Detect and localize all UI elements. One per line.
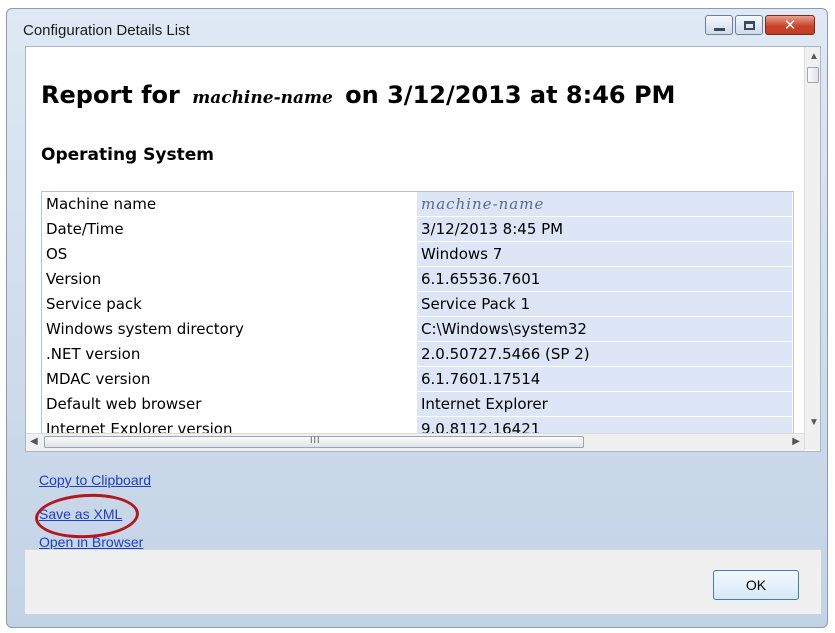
scroll-right-arrow-icon[interactable]: ▶ bbox=[792, 436, 800, 447]
row-key: Default web browser bbox=[46, 395, 202, 413]
row-key: Machine name bbox=[46, 195, 157, 213]
horizontal-scrollbar[interactable]: ◀ III ▶ bbox=[26, 433, 804, 451]
scroll-down-arrow-icon[interactable]: ▼ bbox=[809, 417, 819, 428]
table-row: MDAC version 6.1.7601.17514 bbox=[42, 367, 793, 392]
vertical-scrollbar[interactable]: ▲ ▼ bbox=[804, 47, 820, 450]
row-value: 6.1.65536.7601 bbox=[417, 267, 792, 291]
row-key: Date/Time bbox=[46, 220, 124, 238]
row-value: Windows 7 bbox=[417, 242, 792, 266]
table-row: OS Windows 7 bbox=[42, 242, 793, 267]
copy-to-clipboard-link[interactable]: Copy to Clipboard bbox=[39, 472, 151, 488]
table-row: Service pack Service Pack 1 bbox=[42, 292, 793, 317]
row-value: Service Pack 1 bbox=[417, 292, 792, 316]
row-value: C:\Windows\system32 bbox=[417, 317, 792, 341]
row-value: 6.1.7601.17514 bbox=[417, 367, 792, 391]
scrollbar-corner bbox=[805, 433, 820, 450]
row-key: .NET version bbox=[46, 345, 141, 363]
section-heading: Operating System bbox=[41, 145, 214, 165]
maximize-icon bbox=[743, 20, 755, 30]
row-value: machine-name bbox=[417, 192, 792, 216]
ok-button[interactable]: OK bbox=[713, 570, 799, 600]
row-value: 3/12/2013 8:45 PM bbox=[417, 217, 792, 241]
dialog-footer: OK bbox=[25, 549, 821, 614]
scroll-left-arrow-icon[interactable]: ◀ bbox=[30, 436, 38, 447]
report-title: Report for machine-name on 3/12/2013 at … bbox=[41, 81, 675, 109]
table-row: Default web browser Internet Explorer bbox=[42, 392, 793, 417]
row-value: 2.0.50727.5466 (SP 2) bbox=[417, 342, 792, 366]
report-title-suffix: on 3/12/2013 at 8:46 PM bbox=[345, 81, 676, 109]
table-row: Date/Time 3/12/2013 8:45 PM bbox=[42, 217, 793, 242]
maximize-button[interactable] bbox=[735, 15, 763, 35]
table-row: Machine name machine-name bbox=[42, 192, 793, 217]
row-key: Service pack bbox=[46, 295, 142, 313]
scroll-up-arrow-icon[interactable]: ▲ bbox=[809, 51, 819, 62]
horizontal-scroll-thumb[interactable]: III bbox=[44, 435, 584, 448]
report-machine-name: machine-name bbox=[192, 88, 333, 108]
table-row: Windows system directory C:\Windows\syst… bbox=[42, 317, 793, 342]
title-bar[interactable]: Configuration Details List ✕ bbox=[7, 9, 827, 43]
row-key: MDAC version bbox=[46, 370, 151, 388]
row-key: OS bbox=[46, 245, 68, 263]
scroll-grip: III bbox=[310, 435, 321, 445]
row-key: Version bbox=[46, 270, 102, 288]
dialog-window: Configuration Details List ✕ Report for … bbox=[6, 8, 828, 628]
close-button[interactable]: ✕ bbox=[765, 15, 815, 35]
row-value: Internet Explorer bbox=[417, 392, 792, 416]
vertical-scroll-thumb[interactable] bbox=[807, 67, 819, 83]
report-title-prefix: Report for bbox=[41, 81, 180, 109]
minimize-icon bbox=[713, 27, 725, 31]
table-row: .NET version 2.0.50727.5466 (SP 2) bbox=[42, 342, 793, 367]
window-title: Configuration Details List bbox=[23, 22, 190, 39]
minimize-button[interactable] bbox=[705, 15, 733, 35]
row-key: Windows system directory bbox=[46, 320, 244, 338]
table-row: Version 6.1.65536.7601 bbox=[42, 267, 793, 292]
close-icon: ✕ bbox=[783, 15, 797, 34]
details-table: Machine name machine-name Date/Time 3/12… bbox=[41, 191, 794, 438]
report-content-pane[interactable]: Report for machine-name on 3/12/2013 at … bbox=[25, 46, 821, 452]
